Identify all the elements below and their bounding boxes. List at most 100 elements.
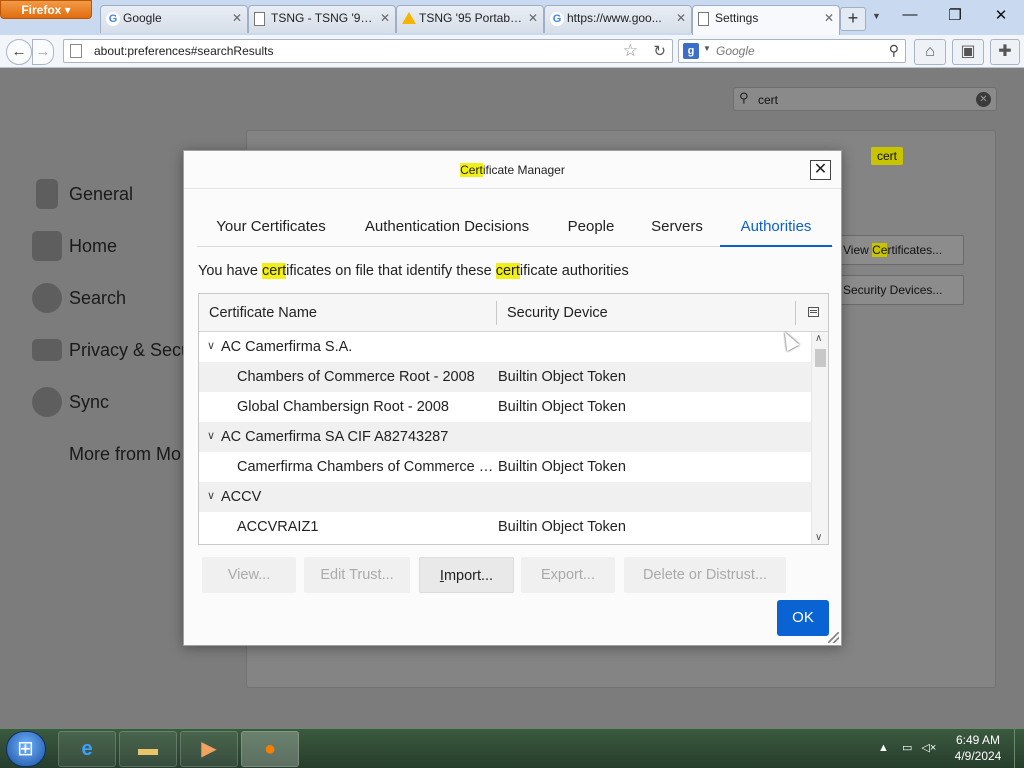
volume-muted-icon[interactable]: ◁× bbox=[921, 742, 936, 754]
close-tab-icon[interactable]: ✕ bbox=[380, 11, 390, 25]
tab-tsng-portable[interactable]: TSNG '95 Portable... ✕ bbox=[396, 5, 544, 33]
chevron-down-icon[interactable]: ▼ bbox=[703, 44, 711, 53]
download-icon: ▣ bbox=[960, 43, 976, 60]
close-window-icon[interactable]: ✕ bbox=[986, 6, 1016, 24]
view-button[interactable]: View... bbox=[202, 557, 296, 593]
close-tab-icon[interactable]: ✕ bbox=[528, 11, 538, 25]
close-tab-icon[interactable]: ✕ bbox=[824, 11, 834, 25]
scrollbar-thumb[interactable] bbox=[815, 349, 826, 367]
tab-label: TSNG '95 Portable... bbox=[419, 11, 523, 25]
home-icon bbox=[32, 231, 62, 261]
tree-group-row[interactable]: ∨ AC Camerfirma S.A. bbox=[199, 332, 811, 362]
tree-group-row[interactable]: ∨ ACCV bbox=[199, 482, 811, 512]
dialog-close-button[interactable]: ✕ bbox=[810, 160, 831, 180]
view-certificates-button[interactable]: View Certificates... bbox=[838, 235, 964, 265]
tree-scrollbar[interactable]: ∧ ∨ bbox=[811, 332, 828, 544]
chevron-down-icon[interactable]: ∨ bbox=[207, 339, 215, 352]
minimize-icon[interactable]: — bbox=[895, 6, 925, 23]
windows-taskbar: e ▬ ▶ ● ▲ ▭ ◁× 6:49 AM 4/9/2024 bbox=[0, 728, 1024, 768]
column-divider[interactable] bbox=[795, 301, 796, 325]
tree-cert-row[interactable]: ACCVRAIZ1 Builtin Object Token bbox=[199, 512, 811, 542]
authorities-description: You have certificates on file that ident… bbox=[198, 263, 629, 279]
preferences-search-field[interactable]: ⚲ cert ✕ bbox=[733, 87, 997, 111]
tab-servers[interactable]: Servers bbox=[637, 207, 717, 247]
list-all-tabs-icon[interactable]: ▼ bbox=[872, 11, 881, 21]
reload-icon[interactable]: ↻ bbox=[653, 42, 666, 60]
forward-button[interactable]: → bbox=[32, 39, 54, 65]
column-certificate-name[interactable]: Certificate Name bbox=[209, 305, 317, 321]
tab-authorities[interactable]: Authorities bbox=[720, 207, 832, 247]
tab-people[interactable]: People bbox=[553, 207, 629, 247]
addons-button[interactable]: ✚ bbox=[990, 39, 1020, 65]
column-security-device[interactable]: Security Device bbox=[507, 305, 608, 321]
show-hidden-icons-icon[interactable]: ▲ bbox=[878, 742, 889, 754]
firefox-menu-button[interactable]: Firefox ▾ bbox=[0, 0, 92, 19]
category-label: General bbox=[69, 184, 134, 204]
show-desktop-button[interactable] bbox=[1014, 729, 1024, 768]
general-icon bbox=[36, 179, 58, 209]
certificate-rows: ∨ AC Camerfirma S.A. Chambers of Commerc… bbox=[199, 332, 811, 542]
cert-name: ACCVRAIZ1 bbox=[237, 519, 319, 535]
column-picker-icon[interactable] bbox=[808, 307, 819, 317]
firefox-taskbar-icon[interactable]: ● bbox=[241, 731, 299, 767]
network-icon[interactable]: ▭ bbox=[902, 742, 912, 754]
tree-cert-row[interactable]: Camerfirma Chambers of Commerce Root Bui… bbox=[199, 452, 811, 482]
internet-explorer-icon[interactable]: e bbox=[58, 731, 116, 767]
delete-or-distrust-button[interactable]: Delete or Distrust... bbox=[624, 557, 786, 593]
clear-search-icon[interactable]: ✕ bbox=[976, 92, 991, 107]
tab-your-certificates[interactable]: Your Certificates bbox=[197, 207, 345, 247]
tab-google-url[interactable]: G https://www.goo... ✕ bbox=[544, 5, 692, 33]
tree-cert-row[interactable]: Global Chambersign Root - 2008 Builtin O… bbox=[199, 392, 811, 422]
media-player-icon[interactable]: ▶ bbox=[180, 731, 238, 767]
home-button[interactable]: ⌂ bbox=[914, 39, 946, 65]
certificate-tree[interactable]: Certificate Name Security Device ∨ AC Ca… bbox=[198, 293, 829, 545]
search-placeholder[interactable]: Google bbox=[716, 44, 755, 58]
search-icon[interactable]: ⚲ bbox=[889, 42, 899, 59]
cert-device: Builtin Object Token bbox=[498, 399, 626, 415]
tree-group-row[interactable]: ∨ AC Camerfirma SA CIF A82743287 bbox=[199, 422, 811, 452]
more-from-mozilla-link[interactable]: More from Mo bbox=[69, 444, 181, 465]
tab-google[interactable]: G Google ✕ bbox=[100, 5, 248, 33]
tab-label: Google bbox=[123, 11, 162, 25]
scroll-up-icon[interactable]: ∧ bbox=[815, 333, 822, 344]
category-label: Search bbox=[69, 288, 127, 308]
export-button[interactable]: Export... bbox=[521, 557, 615, 593]
tab-tsng[interactable]: TSNG - TSNG '95 ... ✕ bbox=[248, 5, 396, 33]
cert-device: Builtin Object Token bbox=[498, 369, 626, 385]
google-search-engine-icon[interactable]: g bbox=[683, 43, 699, 59]
restore-icon[interactable]: ❐ bbox=[940, 6, 970, 24]
category-label: Sync bbox=[69, 392, 110, 412]
chevron-down-icon[interactable]: ∨ bbox=[207, 489, 215, 502]
url-bar[interactable]: about:preferences#searchResults ☆ ↻ bbox=[63, 39, 673, 63]
import-button[interactable]: Import... bbox=[419, 557, 514, 593]
tab-label: Settings bbox=[715, 11, 759, 25]
close-tab-icon[interactable]: ✕ bbox=[676, 11, 686, 25]
dialog-titlebar[interactable]: Certificate Manager ✕ bbox=[184, 151, 841, 189]
back-button[interactable]: ← bbox=[6, 39, 32, 65]
page-icon bbox=[254, 12, 265, 26]
edit-trust-button[interactable]: Edit Trust... bbox=[304, 557, 410, 593]
preferences-search-value[interactable]: cert bbox=[758, 93, 778, 107]
bookmark-star-icon[interactable]: ☆ bbox=[623, 41, 638, 61]
web-search-bar[interactable]: g ▼ Google ⚲ bbox=[678, 39, 906, 63]
tree-cert-row[interactable]: Chambers of Commerce Root - 2008 Builtin… bbox=[199, 362, 811, 392]
tab-label: TSNG - TSNG '95 ... bbox=[271, 11, 375, 25]
start-button[interactable] bbox=[6, 731, 46, 767]
search-icon bbox=[32, 283, 62, 313]
close-tab-icon[interactable]: ✕ bbox=[232, 11, 242, 25]
new-tab-button[interactable]: + bbox=[840, 7, 866, 31]
security-devices-button[interactable]: Security Devices... bbox=[838, 275, 964, 305]
group-name: AC Camerfirma SA CIF A82743287 bbox=[221, 429, 449, 445]
access-key: I bbox=[439, 568, 444, 584]
scroll-down-icon[interactable]: ∨ bbox=[815, 532, 822, 543]
downloads-button[interactable]: ▣ bbox=[952, 39, 984, 65]
tab-authentication-decisions[interactable]: Authentication Decisions bbox=[349, 207, 545, 247]
system-clock[interactable]: 6:49 AM 4/9/2024 bbox=[948, 732, 1008, 764]
column-divider[interactable] bbox=[496, 301, 497, 325]
tab-settings[interactable]: Settings ✕ bbox=[692, 5, 840, 35]
folder-icon[interactable]: ▬ bbox=[119, 731, 177, 767]
chevron-down-icon[interactable]: ∨ bbox=[207, 429, 215, 442]
ok-button[interactable]: OK bbox=[777, 600, 829, 636]
resize-grip-icon[interactable] bbox=[828, 632, 839, 643]
url-text[interactable]: about:preferences#searchResults bbox=[94, 44, 273, 58]
